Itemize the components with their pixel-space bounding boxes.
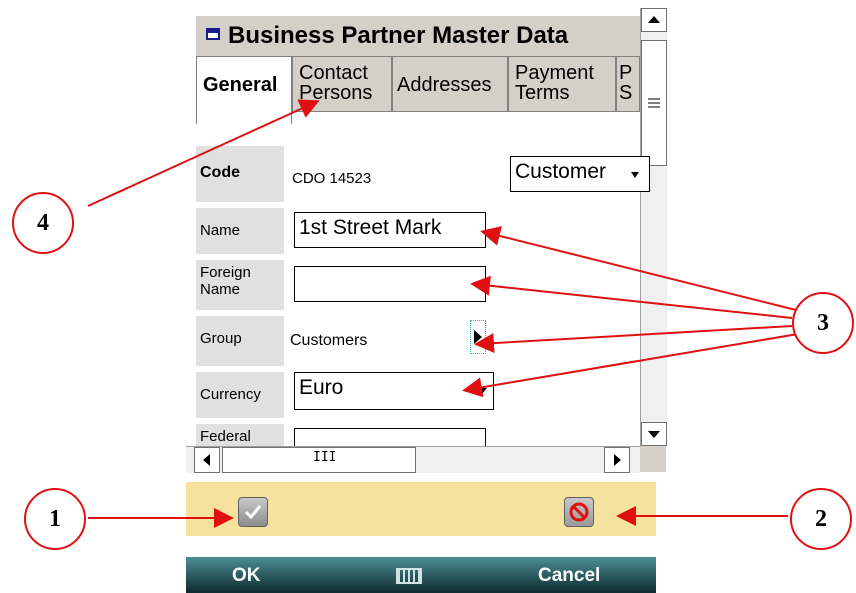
callout-arrows [87, 99, 799, 528]
callout-1: 1 [24, 488, 86, 550]
callout-4: 4 [12, 192, 74, 254]
callout-2: 2 [790, 488, 852, 550]
callout-3: 3 [792, 292, 854, 354]
